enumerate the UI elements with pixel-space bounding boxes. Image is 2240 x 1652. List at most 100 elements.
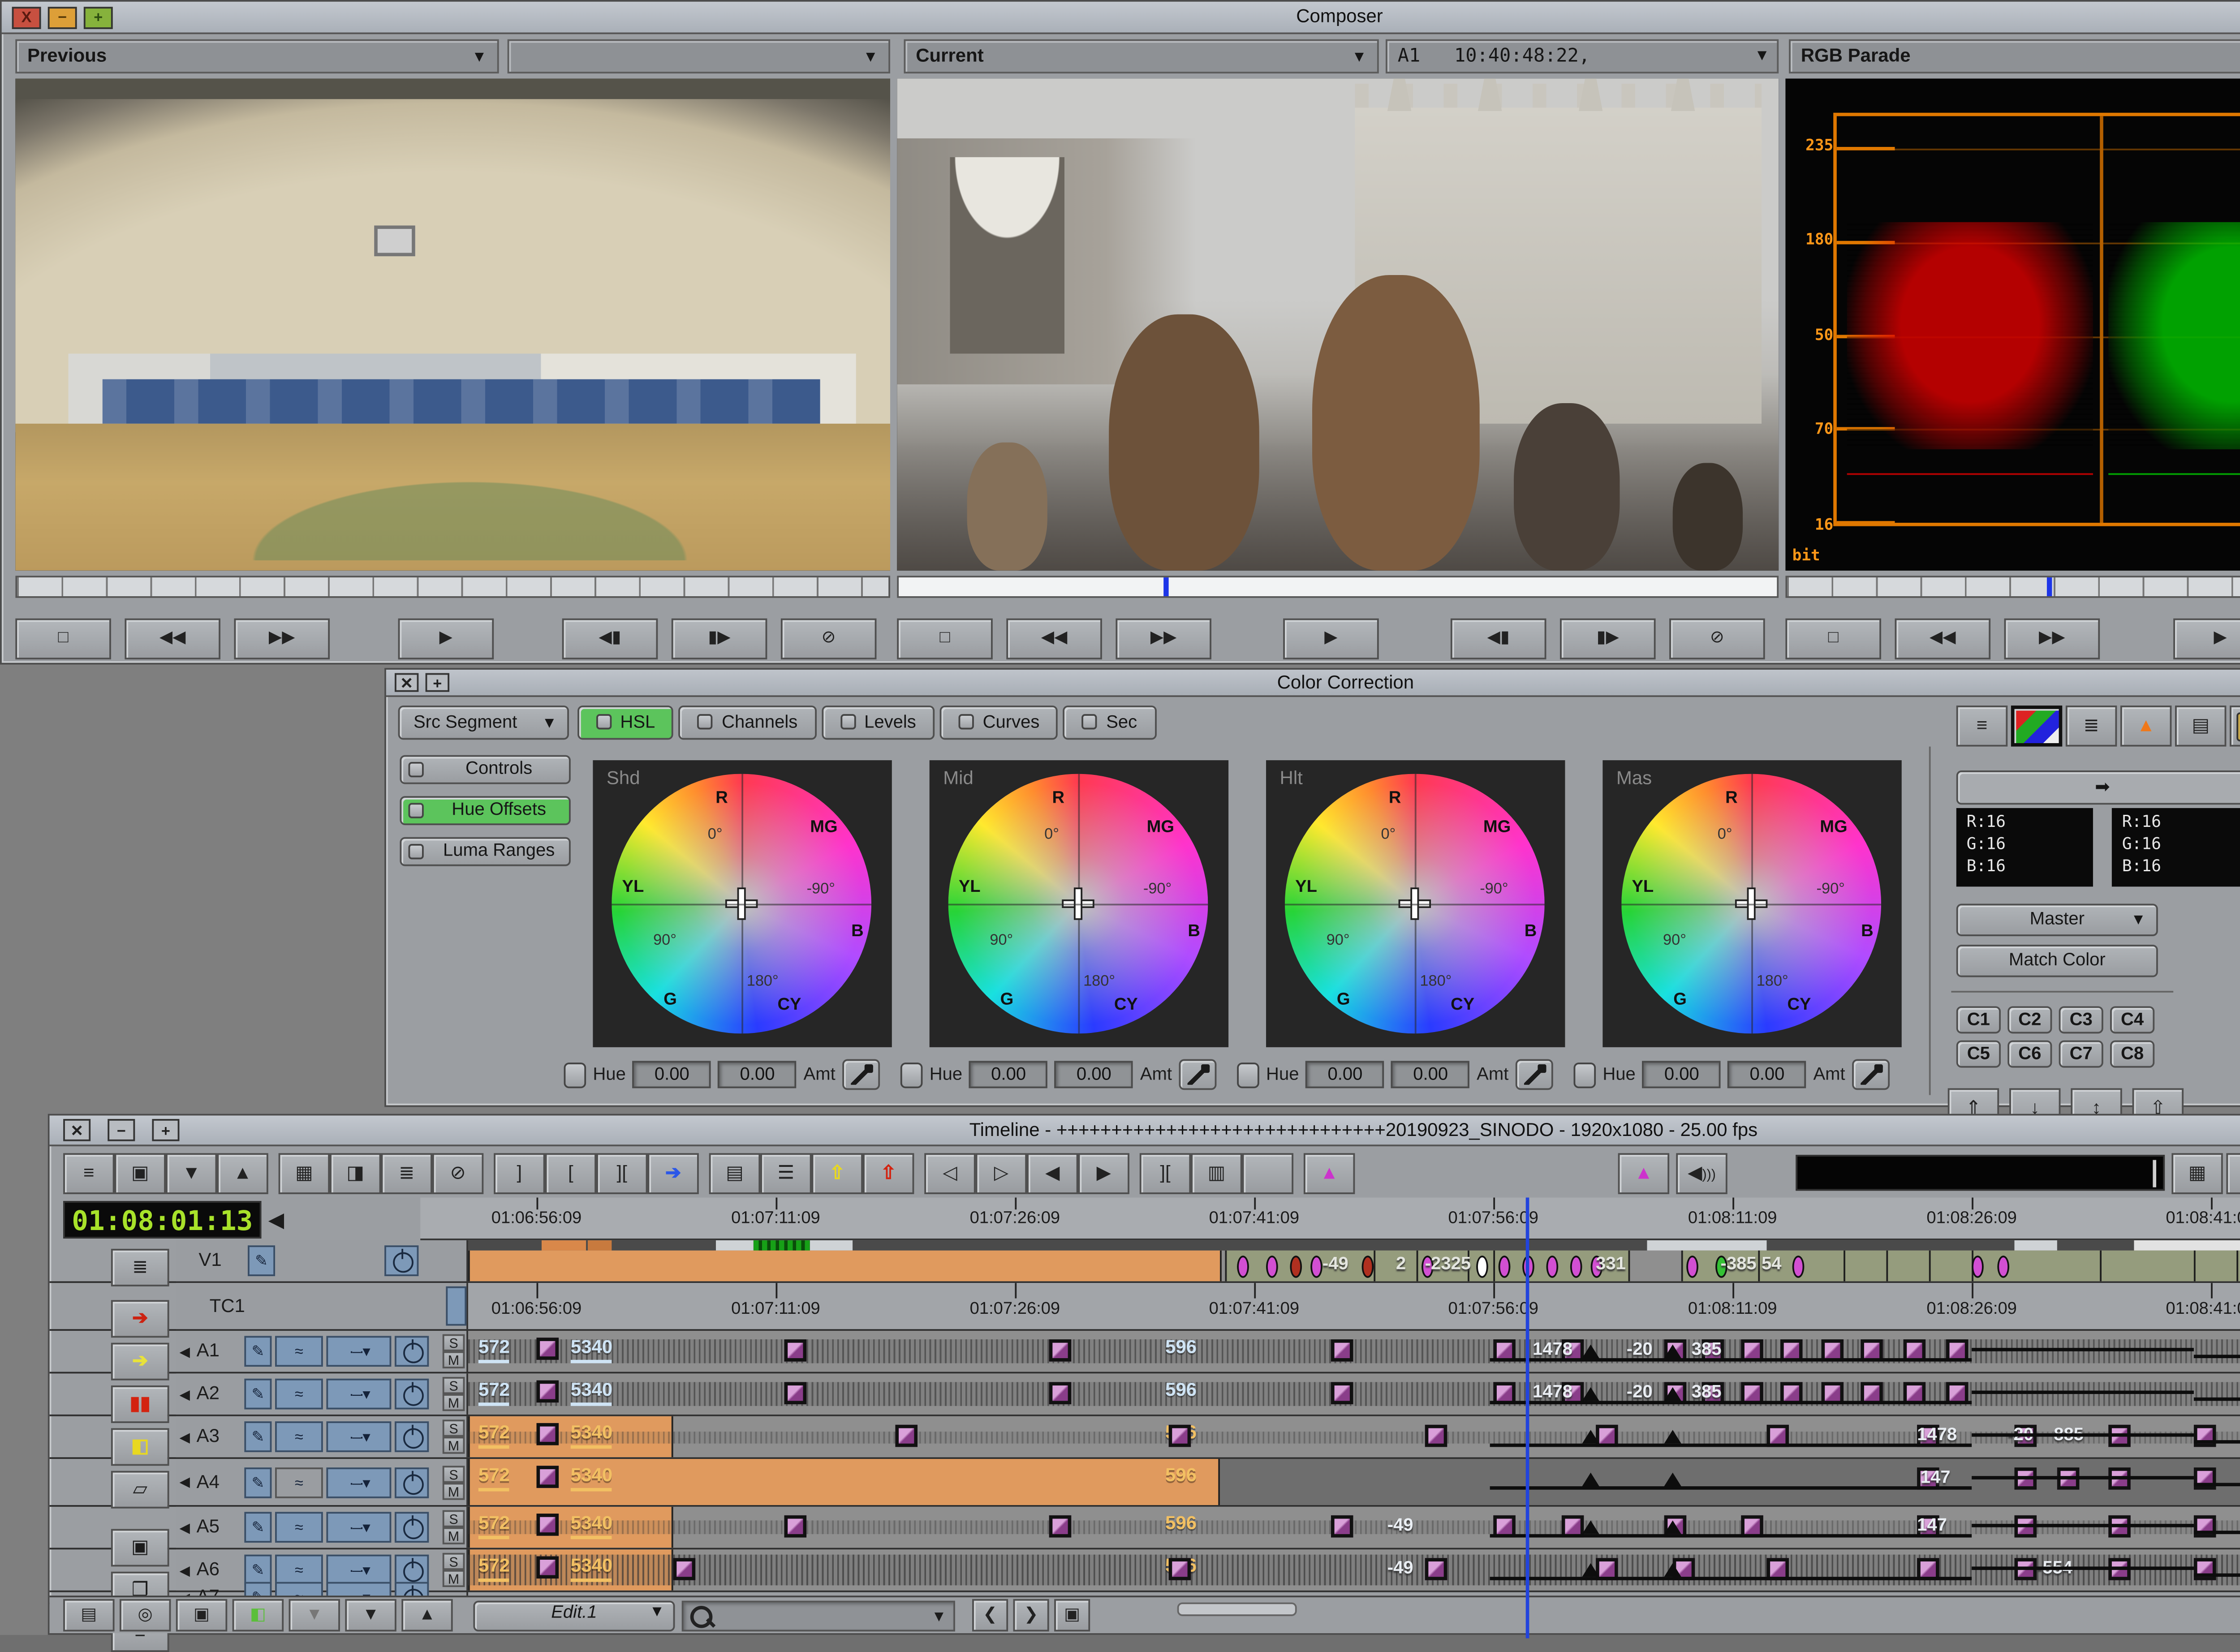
monitor-icon[interactable]: ▣ xyxy=(111,1529,169,1566)
track-list-icon[interactable]: ≣ xyxy=(111,1249,169,1286)
correction-c7-button[interactable]: C7 xyxy=(2059,1041,2103,1068)
eyedropper-icon[interactable] xyxy=(1852,1059,1890,1090)
wheel-crosshair[interactable] xyxy=(1737,889,1766,918)
clip-out-icon[interactable]: ◨ xyxy=(330,1153,381,1194)
clip-color-icon[interactable]: ◧ xyxy=(233,1599,284,1631)
volume-automation-line[interactable] xyxy=(1972,1566,2194,1570)
gain-keyframe-icon[interactable] xyxy=(537,1466,559,1488)
gain-keyframe-icon[interactable] xyxy=(1331,1382,1353,1404)
bars-icon[interactable]: ▤ xyxy=(63,1599,114,1631)
power-icon[interactable] xyxy=(395,1336,429,1367)
automation-keyframe-icon[interactable] xyxy=(1664,1430,1681,1444)
current-position-bar[interactable] xyxy=(897,576,1779,598)
wheel-crosshair[interactable] xyxy=(727,889,756,918)
yellow-segment-icon[interactable]: ◧ xyxy=(111,1428,169,1466)
eyedropper-icon[interactable] xyxy=(842,1059,880,1090)
go-to-out-button[interactable]: ▮▶ xyxy=(672,619,767,660)
hue-value-field[interactable]: 0.00 xyxy=(633,1061,711,1088)
keyframe-diamond-icon[interactable] xyxy=(1290,1256,1302,1278)
gain-keyframe-icon[interactable] xyxy=(537,1514,559,1536)
master-timecode-display[interactable]: 01:08:01:13 xyxy=(63,1201,261,1239)
go-to-in-button[interactable]: ◀▮ xyxy=(562,619,658,660)
focus-icon[interactable]: ▣ xyxy=(115,1153,166,1194)
segment-splice-icon[interactable]: ☰ xyxy=(760,1153,811,1194)
keyframe-icon[interactable]: ·–·▾ xyxy=(326,1555,391,1586)
scope-menu[interactable]: RGB Parade▼ xyxy=(1789,39,2240,73)
track-content-a4[interactable]: 5725340596147 xyxy=(468,1459,2240,1505)
automation-keyframe-icon[interactable] xyxy=(1664,1344,1681,1358)
zoom-out-icon[interactable]: ▼ xyxy=(345,1599,396,1631)
close-icon[interactable]: ✕ xyxy=(63,1119,90,1141)
close-icon[interactable]: ✕ xyxy=(395,673,418,692)
solo-button[interactable]: S xyxy=(443,1553,465,1570)
gain-keyframe-icon[interactable] xyxy=(537,1556,559,1579)
blank-button[interactable] xyxy=(2226,1153,2240,1194)
minimize-icon[interactable]: − xyxy=(108,1119,135,1141)
hue-value-field[interactable]: 0.00 xyxy=(969,1061,1047,1088)
prev-icon[interactable]: ❮ xyxy=(972,1599,1008,1631)
volume-automation-line[interactable] xyxy=(2194,1483,2240,1486)
tab-levels[interactable]: Levels xyxy=(822,706,935,740)
gain-keyframe-icon[interactable] xyxy=(1425,1558,1447,1580)
stop-button[interactable]: ⊘ xyxy=(1669,619,1765,660)
pencil-icon[interactable]: ✎ xyxy=(244,1336,271,1367)
horizontal-scrollbar[interactable] xyxy=(1177,1602,1297,1616)
eyedropper-icon[interactable] xyxy=(1516,1059,1553,1090)
track-header-v1[interactable]: V1✎ xyxy=(176,1240,468,1282)
power-icon[interactable] xyxy=(384,1245,418,1276)
close-icon[interactable]: X xyxy=(12,7,41,29)
correction-c5-button[interactable]: C5 xyxy=(1956,1041,2001,1068)
track-header-a3[interactable]: ◀A3✎≈·–·▾SM xyxy=(176,1416,468,1458)
view-preset-dropdown[interactable]: Edit.1 ▼ xyxy=(473,1601,675,1632)
waveform-icon[interactable]: ≈ xyxy=(275,1555,323,1586)
mute-button[interactable]: M xyxy=(443,1437,465,1454)
automation-keyframe-icon[interactable] xyxy=(1582,1472,1599,1486)
track-content-a1[interactable]: 57253405961478-20385 xyxy=(468,1331,2240,1372)
overwrite-arrow-icon[interactable]: ➔ xyxy=(111,1343,169,1381)
volume-automation-line[interactable] xyxy=(1490,1486,1972,1490)
hue-wheel-hlt[interactable]: HltRMGBCYGYL0°-90°180°90° xyxy=(1266,760,1565,1047)
track-content-v1[interactable]: -492-2325331-38554 xyxy=(468,1240,2240,1282)
mute-button[interactable]: M xyxy=(443,1394,465,1411)
volume-automation-line[interactable] xyxy=(2194,1355,2240,1358)
collapse-arrow-icon[interactable]: ◀ xyxy=(268,1208,284,1231)
gain-keyframe-icon[interactable] xyxy=(1049,1515,1072,1538)
target-icon[interactable]: ◎ xyxy=(120,1599,171,1631)
hue-enable-button[interactable] xyxy=(1237,1062,1259,1087)
dual-split-icon[interactable] xyxy=(2230,706,2240,747)
position-indicator[interactable] xyxy=(1163,577,1168,596)
pencil-icon[interactable]: ✎ xyxy=(248,1245,275,1276)
go-to-out-button[interactable]: ▮▶ xyxy=(1560,619,1656,660)
pencil-icon[interactable]: ✎ xyxy=(244,1512,271,1543)
automation-keyframe-icon[interactable] xyxy=(1664,1563,1681,1577)
keyframe-diamond-icon[interactable] xyxy=(1792,1256,1805,1278)
position-indicator[interactable] xyxy=(2047,577,2052,596)
rewind-button[interactable]: ◀◀ xyxy=(125,619,220,660)
keyframe-diamond-icon[interactable] xyxy=(1686,1256,1698,1278)
wheel-crosshair[interactable] xyxy=(1400,889,1429,918)
play-button[interactable]: ▶ xyxy=(1283,619,1379,660)
keyframe-icon[interactable]: ·–·▾ xyxy=(326,1379,391,1410)
render-icon[interactable]: ▦ xyxy=(279,1153,330,1194)
stop-button[interactable]: ⊘ xyxy=(781,619,877,660)
fast-forward-button[interactable]: ▶▶ xyxy=(1116,619,1211,660)
track-header-tc1[interactable]: TC1 xyxy=(176,1283,468,1329)
record-cell[interactable] xyxy=(446,1286,466,1326)
fast-forward-button[interactable]: ▶▶ xyxy=(234,619,330,660)
track-content-a6[interactable]: 5725340596-49-554 xyxy=(468,1549,2240,1591)
keyframe-diamond-icon[interactable] xyxy=(1476,1256,1488,1278)
correction-c3-button[interactable]: C3 xyxy=(2059,1006,2103,1033)
power-icon[interactable] xyxy=(395,1555,429,1586)
copy-color-arrow-button[interactable]: ➡ xyxy=(1956,770,2240,804)
correction-c2-button[interactable]: C2 xyxy=(2007,1006,2052,1033)
mark-out-icon[interactable]: ] xyxy=(494,1153,545,1194)
volume-automation-line[interactable] xyxy=(1490,1401,1972,1404)
add-marker-icon[interactable]: ▲ xyxy=(1304,1153,1355,1194)
gain-keyframe-icon[interactable] xyxy=(1049,1339,1072,1362)
timeline-search-input[interactable]: ▼ xyxy=(682,1601,955,1632)
hue-enable-button[interactable] xyxy=(564,1062,586,1087)
minimize-icon[interactable]: − xyxy=(48,7,77,29)
frame-box-button[interactable]: □ xyxy=(15,619,111,660)
master-dropdown[interactable]: Master ▼ xyxy=(1956,904,2158,936)
power-icon[interactable] xyxy=(395,1379,429,1410)
